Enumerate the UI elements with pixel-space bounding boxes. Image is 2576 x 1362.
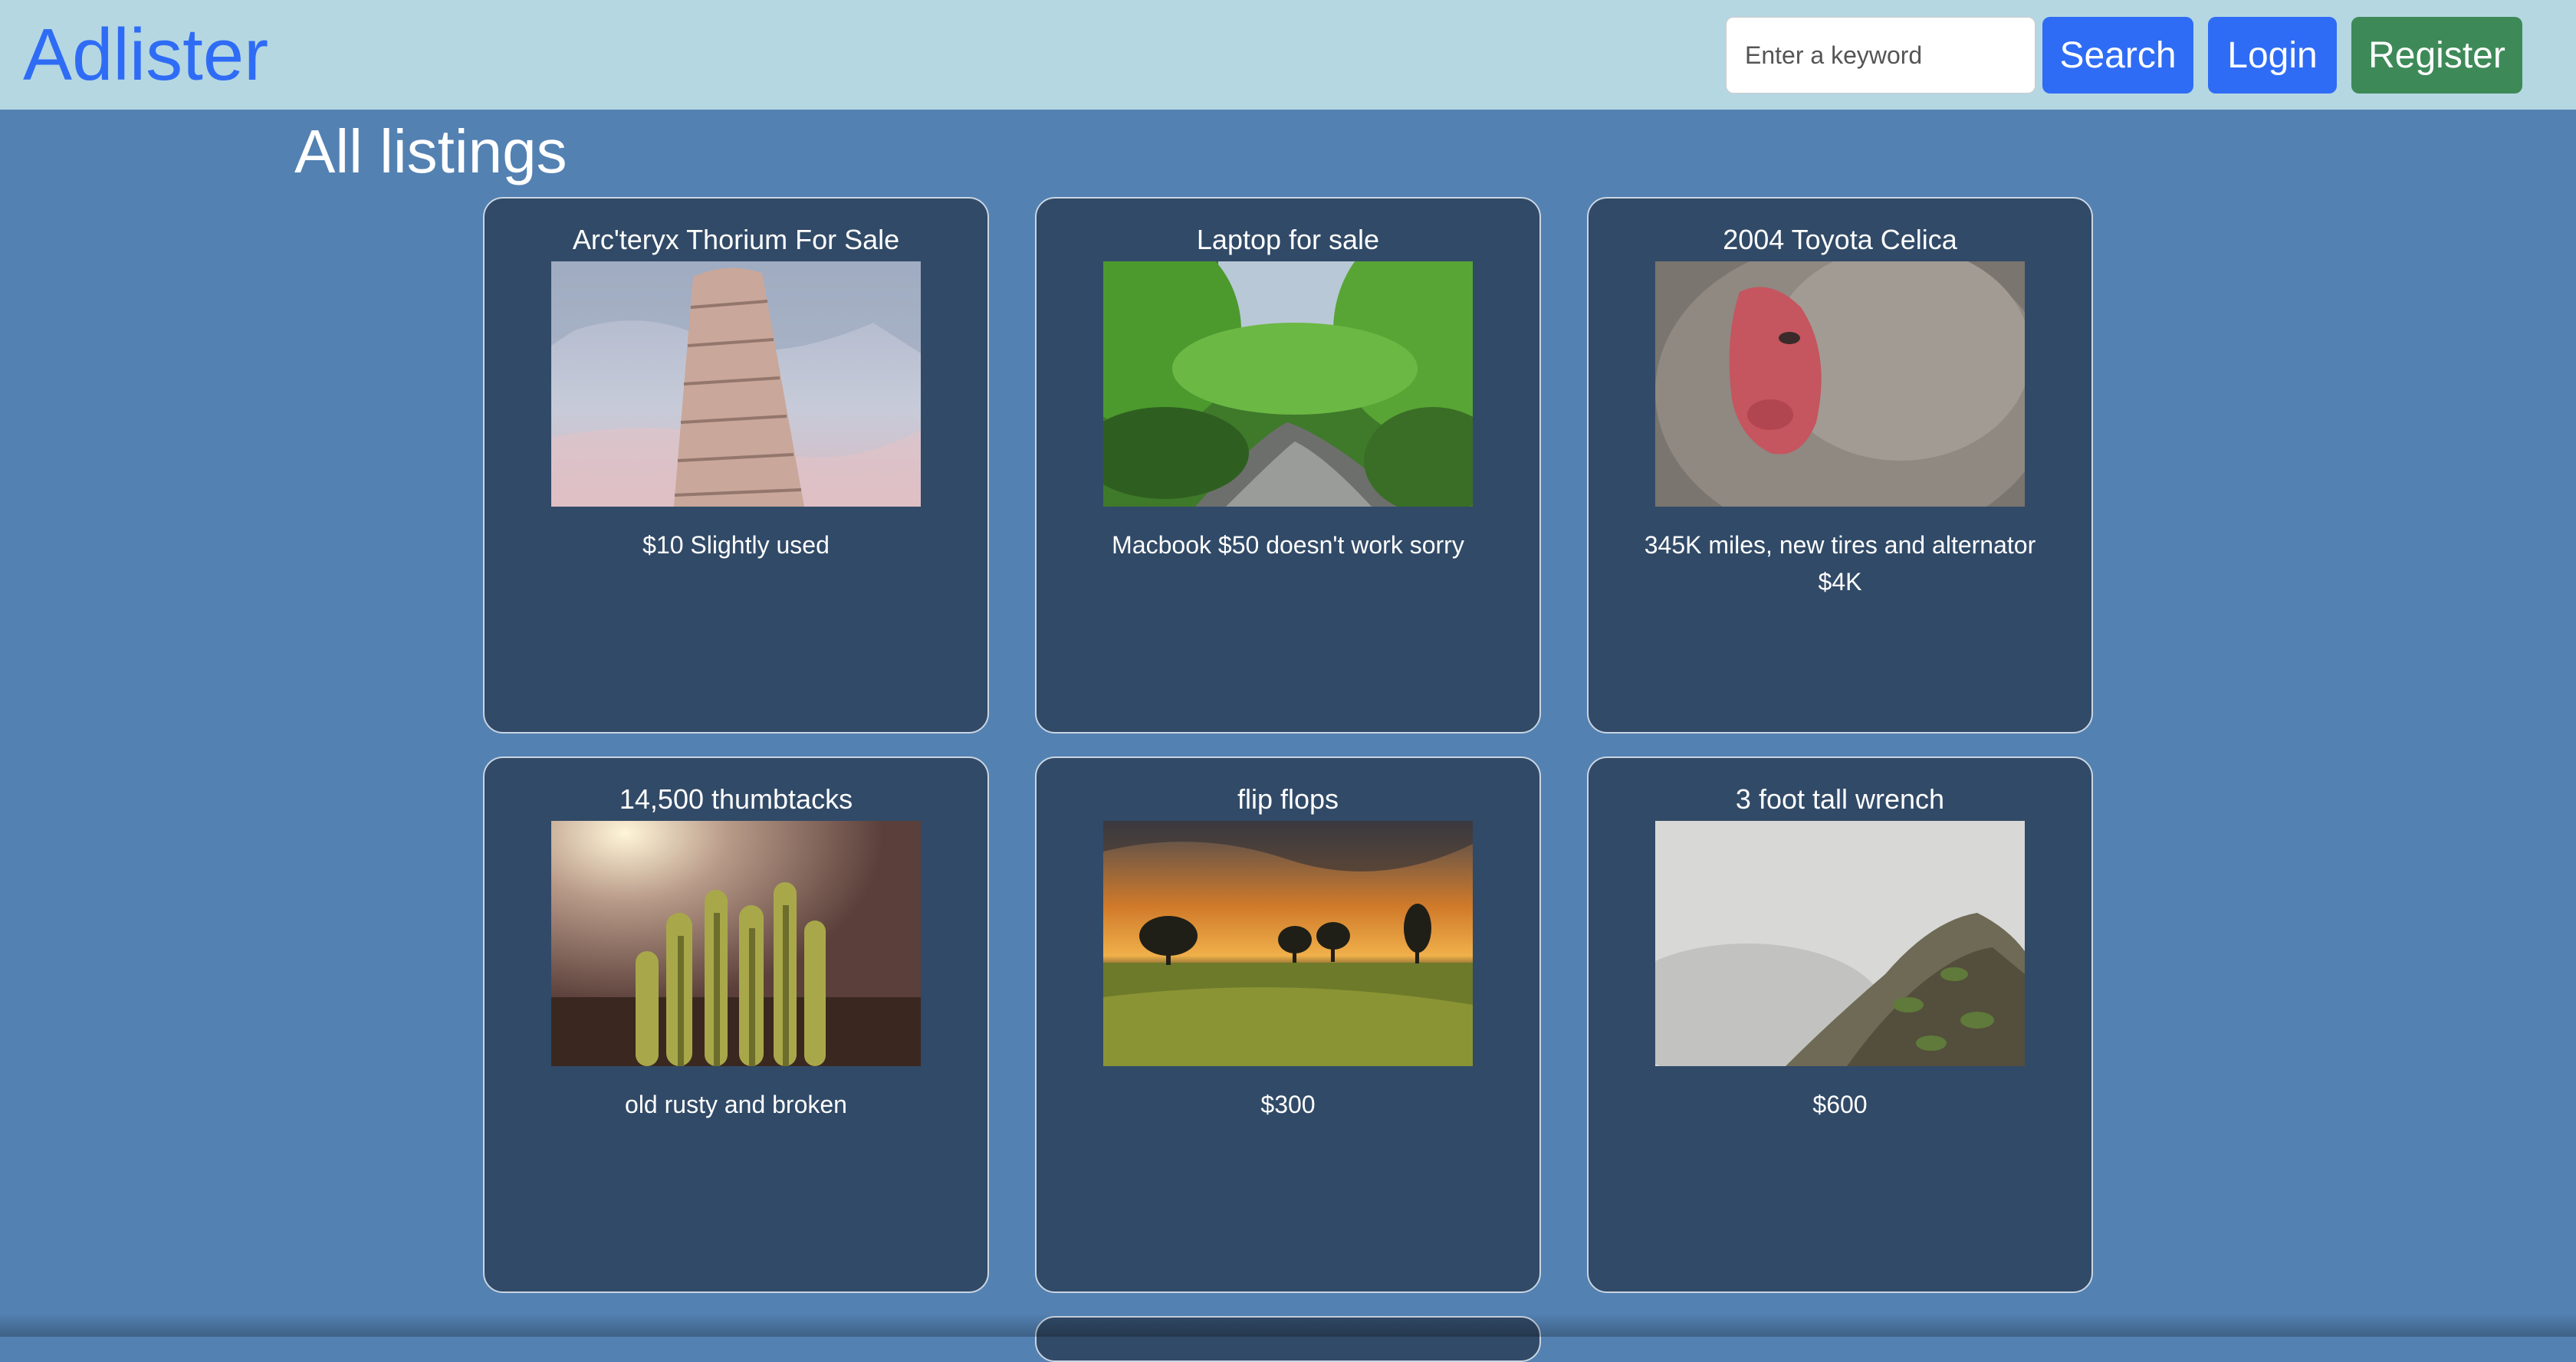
page-title: All listings [294,117,567,185]
listing-description: Macbook $50 doesn't work sorry [1112,531,1464,559]
brand-logo[interactable]: Adlister [23,9,268,101]
listing-card[interactable]: Laptop for sale Macbook $50 doesn't work… [1035,197,1541,734]
page-bottom-shadow [0,1314,2576,1337]
leaning-tower-photo [551,261,921,507]
navbar: Adlister Search Login Register [0,0,2576,110]
search-button[interactable]: Search [2042,17,2193,94]
listing-title[interactable]: Laptop for sale [1037,222,1539,258]
sunset-field-photo [1103,821,1473,1066]
cactus-photo [551,821,921,1066]
listing-title[interactable]: flip flops [1037,781,1539,818]
listing-title[interactable]: Arc'teryx Thorium For Sale [485,222,987,258]
listing-title[interactable]: 3 foot tall wrench [1589,781,2091,818]
listing-card[interactable]: 3 foot tall wrench $600 [1587,756,2093,1293]
register-button[interactable]: Register [2351,17,2522,94]
listing-card[interactable]: 14,500 thumbtacks old rusty and broken [483,756,989,1293]
snow-monkey-photo [1655,261,2025,507]
login-button[interactable]: Login [2208,17,2337,94]
listing-card[interactable]: Arc'teryx Thorium For Sale $10 Slightly … [483,197,989,734]
listing-description: old rusty and broken [625,1091,847,1118]
listing-description: $600 [1812,1091,1868,1118]
listing-title[interactable]: 14,500 thumbtacks [485,781,987,818]
search-input[interactable] [1726,17,2036,94]
listing-title[interactable]: 2004 Toyota Celica [1589,222,2091,258]
listing-card[interactable]: 2004 Toyota Celica 345K miles, new tires… [1587,197,2093,734]
misty-mountain-photo [1655,821,2025,1066]
listing-description: $10 Slightly used [642,531,830,559]
forest-stream-photo [1103,261,1473,507]
listing-card[interactable]: flip flops $300 [1035,756,1541,1293]
listing-description: 345K miles, new tires and alternator $4K [1644,531,2036,596]
listing-description: $300 [1260,1091,1316,1118]
